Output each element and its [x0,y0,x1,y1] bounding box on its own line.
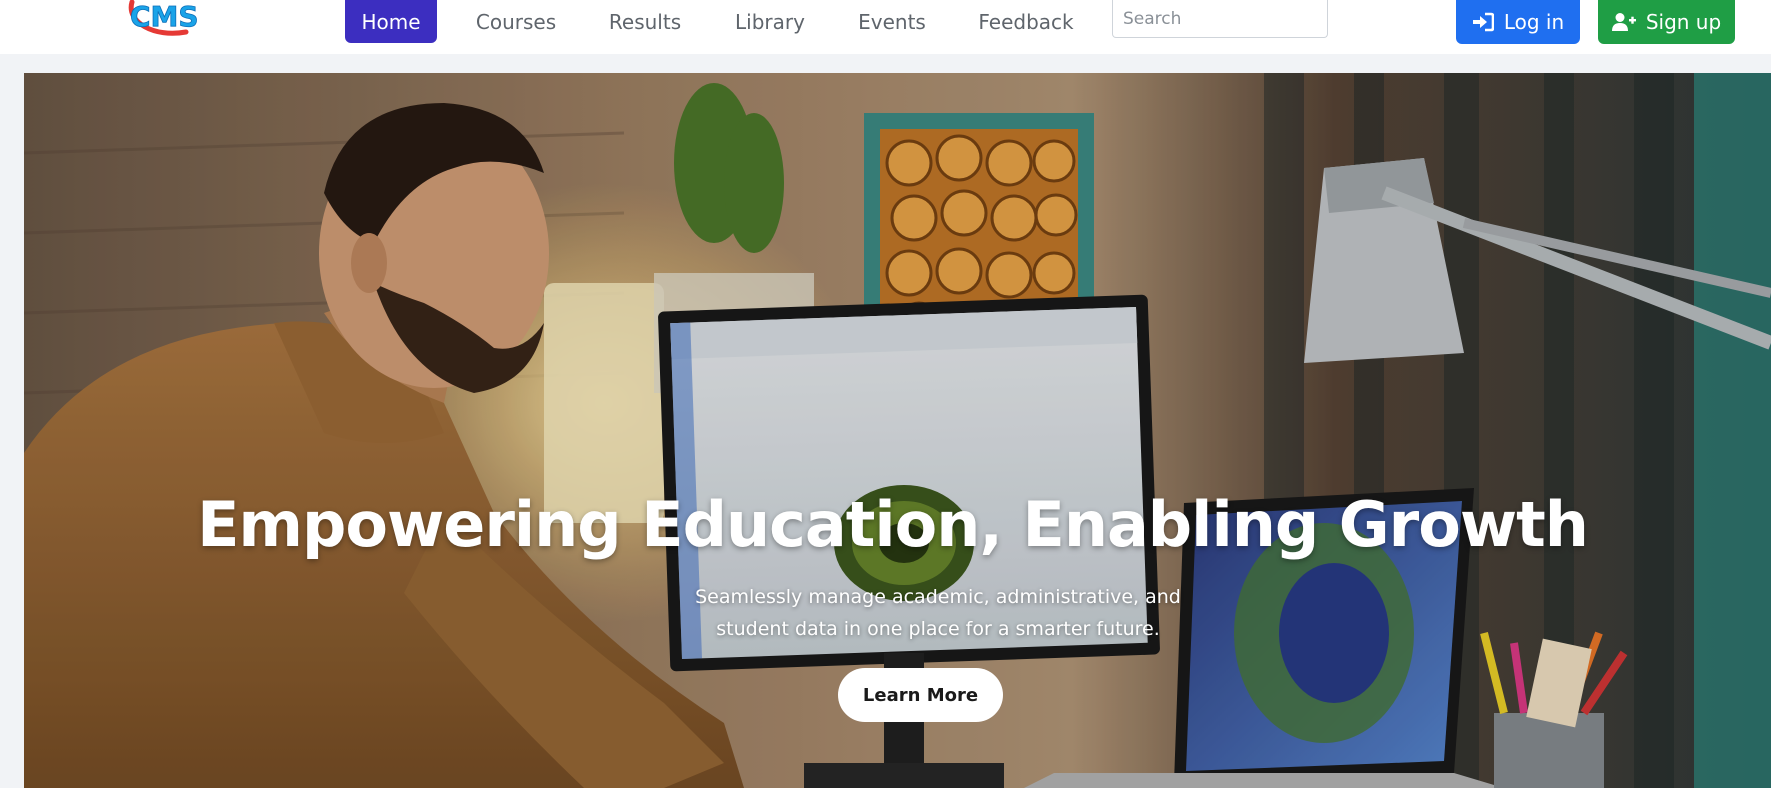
nav-events[interactable]: Events [856,0,928,43]
nav-home[interactable]: Home [345,0,437,43]
search-input[interactable] [1112,0,1328,38]
learn-more-button[interactable]: Learn More [838,668,1003,722]
top-navbar: CMS Home Courses Results Library Events … [0,0,1771,54]
nav-results[interactable]: Results [605,0,685,43]
nav-library[interactable]: Library [730,0,810,43]
cms-logo[interactable]: CMS [124,0,204,48]
sign-in-icon [1472,12,1494,32]
signup-button[interactable]: Sign up [1598,0,1735,44]
signup-label: Sign up [1645,10,1722,34]
user-plus-icon [1611,12,1636,32]
hero-banner: Empowering Education, Enabling Growth Se… [24,73,1771,788]
hero-subtitle: Seamlessly manage academic, administrati… [695,586,1181,640]
hero-title: Empowering Education, Enabling Growth [197,488,1589,561]
login-label: Log in [1503,10,1565,34]
nav-feedback[interactable]: Feedback [978,0,1074,43]
login-button[interactable]: Log in [1456,0,1580,44]
nav-courses[interactable]: Courses [470,0,562,43]
svg-text:CMS: CMS [130,0,199,33]
